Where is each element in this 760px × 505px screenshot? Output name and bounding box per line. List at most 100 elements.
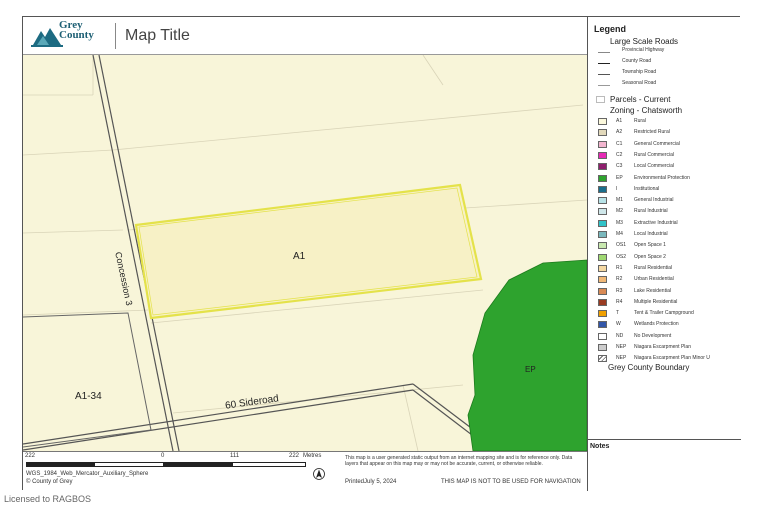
road-line-swatch <box>598 74 610 75</box>
zone-color-swatch <box>598 310 607 318</box>
road-label: County Road <box>622 58 652 64</box>
zone-code: M2 <box>616 208 623 215</box>
zone-code: NEP <box>616 355 627 362</box>
zone-color-swatch <box>598 264 607 272</box>
zone-code: R3 <box>616 287 623 294</box>
zone-color-swatch <box>598 298 607 306</box>
scale-label-2: 111 <box>230 453 240 459</box>
subject-parcel <box>134 183 483 320</box>
road-label: Township Road <box>622 69 657 75</box>
legend-zone-item: OS2 Open Space 2 <box>598 253 738 263</box>
zone-color-swatch <box>598 129 607 137</box>
roads-section-title: Large Scale Roads <box>610 37 679 46</box>
legend-zone-item: R4 Multiple Residential <box>598 298 738 308</box>
zone-color-swatch <box>598 242 607 250</box>
zone-label: Wetlands Protection <box>634 321 679 328</box>
zone-code: NEP <box>616 344 627 350</box>
zone-color-swatch <box>598 231 607 238</box>
zone-label: Rural Commercial <box>634 151 675 158</box>
zone-color-swatch <box>598 151 607 159</box>
legend-zone-item: T Tent & Trailer Campground <box>598 309 738 319</box>
legend-zone-item: C2 Rural Commercial <box>598 151 738 161</box>
zone-color-swatch <box>598 332 607 340</box>
zone-label: Environmental Protection <box>634 174 690 181</box>
legend-road-item: County Road <box>598 58 738 68</box>
map-canvas[interactable]: Concession 3 60 Sideroad A1 A1-34 EP <box>23 55 587 451</box>
legend-panel: Legend Large Scale Roads Provincial High… <box>587 17 741 439</box>
legend-zone-item: EP Environmental Protection <box>598 174 738 184</box>
zone-code: ND <box>616 332 624 339</box>
map-footer: 222 0 111 222 Metres WGS_1984_Web_Mercat… <box>23 451 587 491</box>
zone-label-a1: A1 <box>293 251 306 262</box>
zone-label: Open Space 1 <box>634 242 666 249</box>
zone-color-swatch <box>598 197 607 205</box>
zone-label: Institutional <box>634 185 660 192</box>
parcels-swatch <box>596 96 605 103</box>
zone-code: I <box>616 185 618 192</box>
zone-color-swatch <box>598 185 607 193</box>
zone-code: OS2 <box>616 253 627 260</box>
notes-panel: Notes <box>587 439 741 491</box>
zone-color-swatch <box>598 321 607 329</box>
zone-color-swatch <box>598 163 607 171</box>
legend-zone-item: R1 Rural Residential <box>598 264 738 274</box>
projection-text: WGS_1984_Web_Mercator_Auxiliary_Sphere <box>26 471 149 477</box>
scale-bar <box>26 462 306 467</box>
zone-color-swatch <box>598 355 607 363</box>
zone-code: R1 <box>616 264 623 271</box>
legend-zone-item: A1 Rural <box>598 117 738 127</box>
zone-label: Tent & Trailer Campground <box>634 310 694 317</box>
header-divider <box>115 23 116 49</box>
zone-label: Rural <box>634 118 646 124</box>
zone-label-ep: EP <box>525 365 536 374</box>
parcels-section-title: Parcels - Current <box>610 95 671 104</box>
legend-zone-item: ND No Development <box>598 332 738 342</box>
boundary-section-title: Grey County Boundary <box>608 363 690 372</box>
zone-code: M1 <box>616 197 623 204</box>
zone-code: R4 <box>616 298 623 305</box>
scale-label-1: 0 <box>161 453 165 459</box>
zone-color-swatch <box>598 344 607 351</box>
zone-label: Lake Residential <box>634 287 671 294</box>
scale-units: Metres <box>303 453 322 459</box>
legend-zone-item: NEP Niagara Escarpment Plan <box>598 343 738 353</box>
zone-color-swatch <box>598 219 607 227</box>
road-line-swatch <box>598 52 610 53</box>
zone-label-a1-34: A1-34 <box>75 391 102 402</box>
logo-line-2: County <box>59 29 94 41</box>
zone-code: OS1 <box>616 242 627 249</box>
zone-label: Open Space 2 <box>634 253 666 260</box>
north-arrow-icon <box>313 468 325 480</box>
legend-road-item: Seasonal Road <box>598 80 738 90</box>
copyright-text: © County of Grey <box>26 479 73 485</box>
zone-color-swatch <box>598 208 607 216</box>
legend-zone-item: M2 Rural Industrial <box>598 207 738 217</box>
zone-label: Rural Industrial <box>634 208 668 215</box>
zone-label: General Commercial <box>634 140 680 147</box>
zone-code: A2 <box>616 129 623 136</box>
map-frame: Grey County Map Title Concession 3 60 Si… <box>22 16 741 491</box>
map-title: Map Title <box>125 27 190 44</box>
legend-zone-item: W Wetlands Protection <box>598 320 738 330</box>
legend-zone-item: R3 Lake Residential <box>598 287 738 297</box>
legend-zone-item: I Institutional <box>598 185 738 195</box>
zone-label: No Development <box>634 332 672 339</box>
legend-road-item: Provincial Highway <box>598 47 738 57</box>
legend-road-item: Township Road <box>598 69 738 79</box>
zone-label: Multiple Residential <box>634 298 678 305</box>
legend-zone-item: M3 Extractive Industrial <box>598 219 738 229</box>
zone-code: M3 <box>616 219 623 226</box>
notes-title: Notes <box>590 443 610 450</box>
disclaimer-text: This map is a user generated static outp… <box>345 455 573 467</box>
legend-zone-item: C1 General Commercial <box>598 140 738 150</box>
zone-code: M4 <box>616 231 623 237</box>
road-line-swatch <box>598 85 610 86</box>
road-label: Provincial Highway <box>622 47 665 53</box>
zone-color-swatch <box>598 118 607 125</box>
zone-code: R2 <box>616 276 623 283</box>
zone-color-swatch <box>598 174 607 182</box>
scale-label-0: 222 <box>25 453 36 459</box>
zone-color-swatch <box>598 287 607 295</box>
zone-label: Niagara Escarpment Plan <box>634 344 691 350</box>
scale-label-3: 222 <box>289 453 300 459</box>
